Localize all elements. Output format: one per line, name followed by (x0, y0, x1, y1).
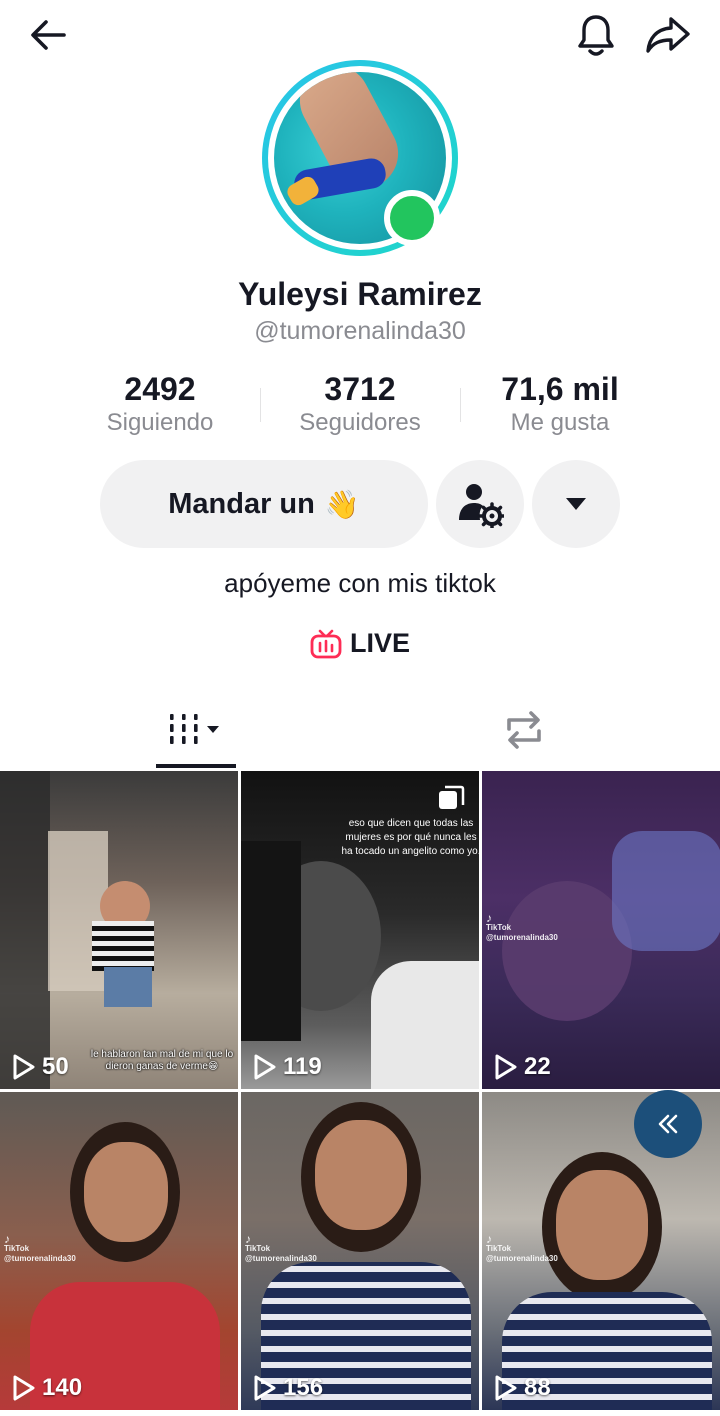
video-thumbnail[interactable]: le hablaron tan mal de mi que lo dieron … (0, 771, 238, 1089)
more-options-button[interactable] (532, 460, 620, 548)
video-thumbnail[interactable]: ♪ TikTok @tumorenalinda30 22 (482, 771, 720, 1089)
tiktok-watermark: ♪ TikTok @tumorenalinda30 (4, 1232, 76, 1263)
tab-videos[interactable] (156, 690, 236, 770)
divider (260, 388, 261, 422)
notifications-button[interactable] (568, 10, 624, 60)
repost-icon (507, 711, 541, 749)
tiktok-watermark: ♪ TikTok @tumorenalinda30 (486, 911, 558, 942)
double-chevron-left-icon (658, 1114, 678, 1134)
tab-reposts[interactable] (484, 690, 564, 770)
content-tabs (0, 690, 720, 770)
collapse-button[interactable] (634, 1090, 702, 1158)
online-status-dot (384, 190, 440, 246)
play-icon (254, 1375, 276, 1401)
tiktok-watermark: ♪ TikTok @tumorenalinda30 (245, 1232, 317, 1263)
play-icon (495, 1375, 517, 1401)
live-tv-icon (310, 629, 342, 658)
live-label: LIVE (349, 628, 410, 658)
profile-bio: apóyeme con mis tiktok (224, 568, 496, 598)
profile-handle: @tumorenalinda30 (254, 317, 466, 345)
play-icon (254, 1054, 276, 1080)
video-caption: le hablaron tan mal de mi que lo dieron … (90, 1049, 234, 1072)
view-count: 50 (12, 1053, 69, 1081)
arrow-left-icon (31, 20, 66, 50)
stat-following[interactable]: 2492 Siguiendo (60, 370, 260, 440)
profile-stats: 2492 Siguiendo 3712 Seguidores 71,6 mil … (60, 370, 660, 440)
play-icon (13, 1054, 35, 1080)
bell-icon (578, 15, 614, 56)
grid-columns-icon (170, 714, 219, 744)
waving-hand-emoji: 👋 (324, 488, 360, 520)
user-settings-icon (459, 484, 504, 528)
multi-photo-icon (439, 785, 465, 809)
video-thumbnail[interactable]: eso que dicen que todas las mujeres es p… (241, 771, 479, 1089)
share-button[interactable] (640, 10, 696, 60)
video-thumbnail[interactable]: ♪ TikTok @tumorenalinda30 156 (241, 1092, 479, 1410)
view-count: 140 (12, 1374, 82, 1402)
view-count: 88 (494, 1374, 551, 1402)
active-tab-indicator (156, 764, 236, 768)
profile-name: Yuleysi Ramirez (238, 276, 482, 312)
stat-likes[interactable]: 71,6 mil Me gusta (460, 370, 660, 440)
friend-settings-button[interactable] (436, 460, 524, 548)
caret-down-icon (566, 498, 586, 510)
view-count: 156 (253, 1374, 323, 1402)
back-button[interactable] (20, 10, 76, 60)
divider (460, 388, 461, 422)
video-grid: le hablaron tan mal de mi que lo dieron … (0, 771, 720, 1416)
tiktok-watermark: ♪ TikTok @tumorenalinda30 (486, 1232, 558, 1263)
play-icon (495, 1054, 517, 1080)
live-button[interactable]: LIVE (0, 628, 720, 659)
profile-actions: Mandar un 👋 (100, 460, 620, 548)
message-button[interactable]: Mandar un 👋 (100, 460, 428, 548)
play-icon (13, 1375, 35, 1401)
view-count: 119 (253, 1053, 322, 1081)
video-quote: eso que dicen que todas las mujeres es p… (341, 818, 480, 857)
video-thumbnail[interactable]: ♪ TikTok @tumorenalinda30 140 (0, 1092, 238, 1410)
view-count: 22 (494, 1053, 551, 1081)
stat-followers[interactable]: 3712 Seguidores (260, 370, 460, 440)
share-arrow-icon (646, 17, 690, 53)
